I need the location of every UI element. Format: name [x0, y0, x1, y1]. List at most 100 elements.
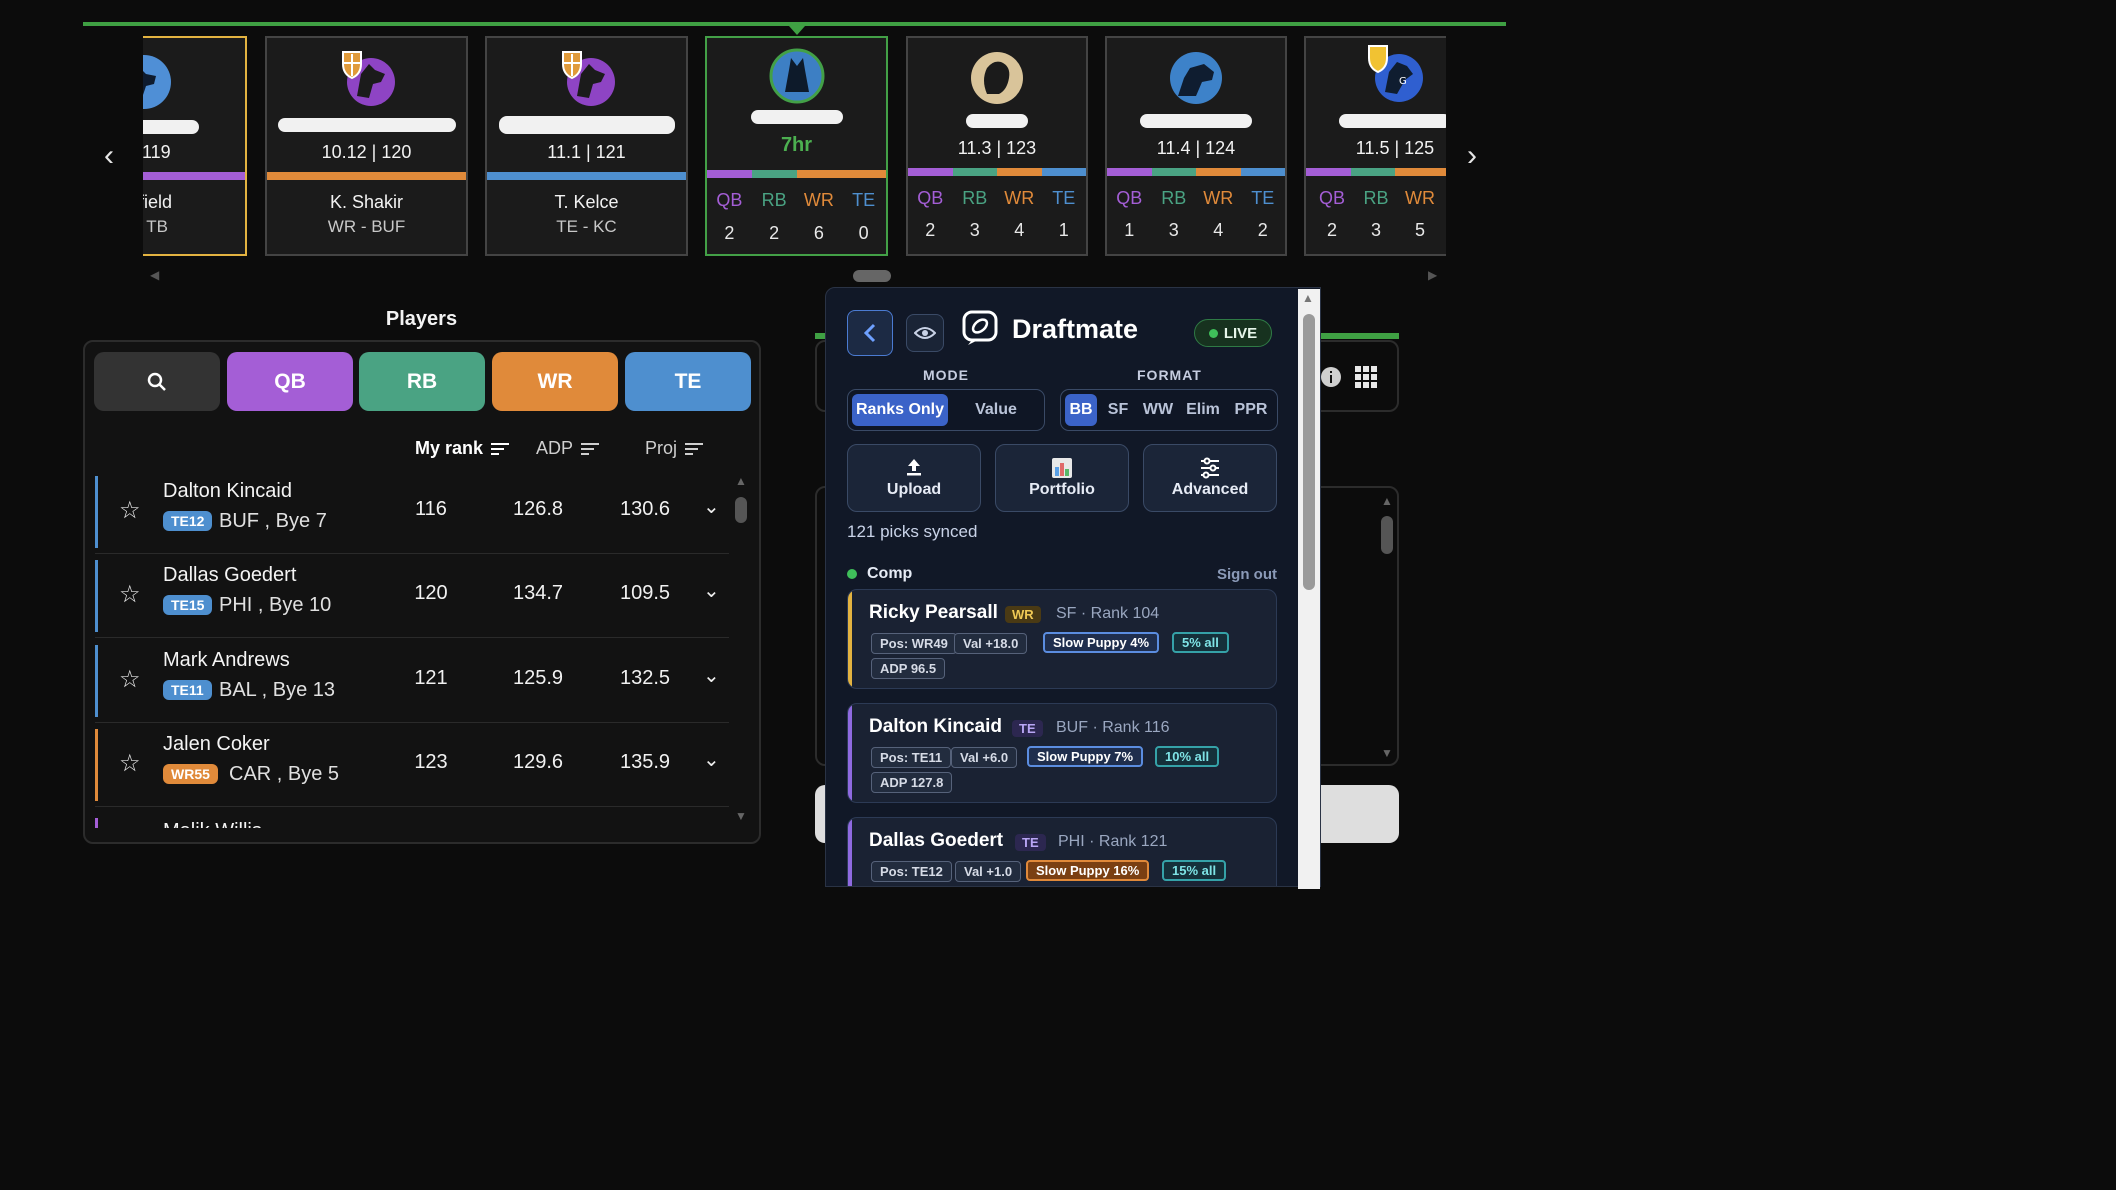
pick-number: 11.4 | 124 [1156, 138, 1236, 158]
count-wr: 5 [1414, 220, 1425, 240]
comp-status-dot-icon [847, 569, 857, 579]
star-icon[interactable]: ☆ [119, 496, 141, 525]
format-bb[interactable]: BB [1065, 394, 1097, 426]
star-icon[interactable]: ☆ [119, 580, 141, 609]
queue-scroll-down-icon[interactable]: ▼ [1381, 746, 1393, 760]
label-rb: RB [761, 190, 787, 210]
recommendation-card[interactable]: Ricky Pearsall WR SF · Rank 104 Pos: WR4… [847, 589, 1277, 689]
on-the-clock-card[interactable]: 7hr QB RB WR TE 2 2 6 0 [705, 36, 888, 256]
sort-icon [685, 440, 704, 458]
mode-ranks-only[interactable]: Ranks Only [852, 394, 948, 426]
position-labels: QB RB WR TE [707, 190, 886, 211]
team-name-redacted [1140, 114, 1252, 128]
players-panel: QB RB WR TE My rank ADP Proj ☆ Dalton Ki… [83, 340, 761, 844]
list-scroll-thumb[interactable] [735, 497, 747, 523]
count-te: 0 [858, 223, 869, 243]
board-scrollbar-thumb[interactable] [853, 270, 891, 282]
sort-proj[interactable]: Proj [645, 438, 704, 459]
advanced-button[interactable]: Advanced [1143, 444, 1277, 512]
chip-value: Val +6.0 [951, 747, 1018, 768]
player-adp: 129.6 [512, 751, 564, 773]
count-rb: 3 [1370, 220, 1381, 240]
player-row[interactable]: ☆ Dalton Kincaid TE12 BUF , Bye 7 116 12… [95, 470, 729, 554]
format-elim[interactable]: Elim [1181, 394, 1225, 426]
chevron-down-icon[interactable]: ⌄ [703, 494, 720, 519]
board-next-arrow[interactable]: › [1467, 141, 1477, 171]
count-rb: 2 [769, 223, 780, 243]
rec-player-name: Ricky Pearsall [869, 602, 998, 623]
portfolio-label: Portfolio [1029, 481, 1095, 498]
pick-card[interactable]: 11.1 | 121 T. Kelce TE - KC [485, 36, 688, 256]
player-row[interactable]: ☆ Mark Andrews TE11 BAL , Bye 13 121 125… [95, 639, 729, 723]
count-rb: 3 [969, 220, 980, 240]
draftmate-scroll-up-icon[interactable]: ▲ [1302, 291, 1314, 305]
queue-scroll-up-icon[interactable]: ▲ [1381, 494, 1393, 508]
player-my-rank: 121 [414, 667, 448, 689]
chevron-down-icon[interactable]: ⌄ [703, 578, 720, 603]
pick-card[interactable]: 1 | 119 layfield B - TB [143, 36, 247, 256]
list-scroll-down-icon[interactable]: ▼ [735, 809, 747, 823]
chevron-down-icon[interactable]: ⌄ [703, 747, 720, 772]
pick-card[interactable]: 10.12 | 120 K. Shakir WR - BUF [265, 36, 468, 256]
count-te: 1 [1058, 220, 1069, 240]
chip-value: Val +1.0 [955, 861, 1022, 882]
list-scroll-up-icon[interactable]: ▲ [735, 474, 747, 488]
portfolio-button[interactable]: Portfolio [995, 444, 1129, 512]
label-qb: QB [917, 188, 944, 208]
recommendation-card[interactable]: Dallas Goedert TE PHI · Rank 121 Pos: TE… [847, 817, 1277, 886]
player-row[interactable]: ☆ Dallas Goedert TE15 PHI , Bye 10 120 1… [95, 554, 729, 638]
sort-adp[interactable]: ADP [536, 438, 600, 459]
mode-value[interactable]: Value [952, 394, 1040, 426]
sort-adp-label: ADP [536, 438, 574, 458]
star-icon[interactable]: ☆ [119, 665, 141, 694]
position-color-bar [487, 172, 686, 180]
player-row-partial[interactable]: Malik Willis [95, 816, 729, 828]
player-name: Malik Willis [163, 820, 262, 828]
roster-strip-qb [908, 168, 953, 176]
roster-strip-wr [1196, 168, 1241, 176]
pick-number: 11.1 | 121 [547, 142, 626, 162]
current-pick-marker [789, 26, 805, 35]
star-icon[interactable]: ☆ [119, 749, 141, 778]
chip-position-rank: Pos: WR49 [871, 633, 957, 654]
pick-number: 10.12 | 120 [321, 142, 412, 162]
player-name: Mark Andrews [163, 649, 290, 671]
roster-strip-qb [1306, 168, 1351, 176]
filter-wr[interactable]: WR [492, 352, 618, 411]
filter-rb[interactable]: RB [359, 352, 485, 411]
roster-strip-rb [1350, 168, 1395, 176]
recommendation-card[interactable]: Dalton Kincaid TE BUF · Rank 116 Pos: TE… [847, 703, 1277, 803]
draftmate-logo-icon [962, 310, 998, 345]
filter-te[interactable]: TE [625, 352, 751, 411]
draftmate-scroll-thumb[interactable] [1303, 314, 1315, 590]
board-scroll-right-icon[interactable]: ▶ [1428, 268, 1437, 282]
chip-adp: ADP 96.5 [871, 658, 946, 679]
sign-out-link[interactable]: Sign out [1217, 566, 1277, 583]
queue-scroll-thumb[interactable] [1381, 516, 1393, 554]
upcoming-pick-card[interactable]: G 11.5 | 125 QB RB WR 2 3 5 [1304, 36, 1446, 256]
format-ppr[interactable]: PPR [1229, 394, 1273, 426]
upcoming-pick-card[interactable]: 11.3 | 123 QB RB WR TE 2 3 4 1 [906, 36, 1088, 256]
position-labels: QB RB WR [1306, 188, 1446, 209]
team-name-redacted [498, 116, 675, 134]
board-prev-arrow[interactable]: ‹ [104, 141, 114, 171]
format-ww[interactable]: WW [1139, 394, 1177, 426]
pick-timer: 7hr [780, 134, 813, 156]
sort-my-rank[interactable]: My rank [415, 438, 510, 459]
format-sf[interactable]: SF [1101, 394, 1135, 426]
chevron-down-icon[interactable]: ⌄ [703, 663, 720, 688]
filter-qb[interactable]: QB [227, 352, 353, 411]
board-scroll-left-icon[interactable]: ◀ [150, 268, 159, 282]
picked-player-position: WR - BUF [327, 217, 406, 236]
count-wr: 6 [813, 223, 824, 243]
upload-button[interactable]: Upload [847, 444, 981, 512]
search-button[interactable] [94, 352, 220, 411]
player-team-bye: CAR , Bye 5 [229, 763, 340, 785]
back-button[interactable] [847, 310, 893, 356]
info-icon[interactable] [1320, 366, 1342, 388]
player-row[interactable]: ☆ Jalen Coker WR55 CAR , Bye 5 123 129.6… [95, 723, 729, 807]
grid-icon[interactable] [1355, 366, 1377, 388]
team-avatar-icon: G [1368, 45, 1423, 102]
visibility-button[interactable] [906, 314, 944, 352]
upcoming-pick-card[interactable]: 11.4 | 124 QB RB WR TE 1 3 4 2 [1105, 36, 1287, 256]
